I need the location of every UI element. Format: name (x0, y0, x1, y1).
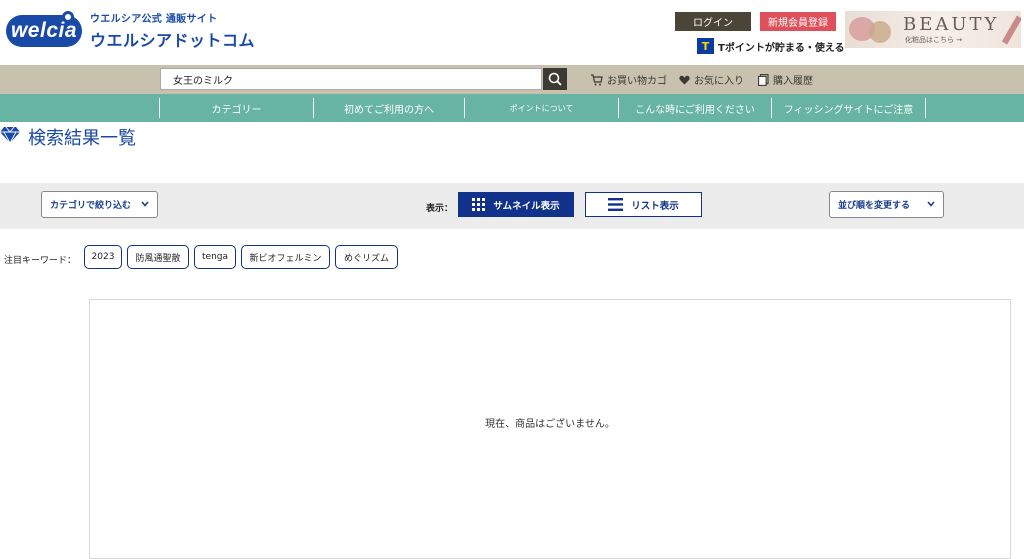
nav-item-category[interactable]: カテゴリー (159, 98, 314, 118)
register-button[interactable]: 新規会員登録 (760, 12, 836, 31)
heart-icon (679, 75, 690, 85)
nav-item-points[interactable]: ポイントについて (465, 98, 619, 118)
logo-badge: welcia (6, 10, 82, 47)
category-filter-label: カテゴリで絞り込む (50, 201, 132, 211)
results-toolbar: カテゴリで絞り込む 表示： サムネイル表示 リスト表示 並び順を変更する (0, 183, 1024, 229)
site-header: welcia ウエルシア公式 通販サイト ウエルシアドットコム ログイン 新規会… (0, 0, 1024, 65)
page-title-text: 検索結果一覧 (28, 128, 136, 149)
main-nav: カテゴリー 初めてご利用の方へ ポイントについて こんな時にご利用ください フィ… (0, 94, 1024, 122)
thumbnail-view-button[interactable]: サムネイル表示 (458, 192, 574, 217)
empty-results-message: 現在、商品はございません。 (485, 419, 615, 430)
list-view-label: リスト表示 (631, 200, 679, 212)
keyword-chip[interactable]: tenga (194, 245, 236, 269)
cart-icon (590, 73, 603, 86)
view-mode-label: 表示： (426, 204, 454, 214)
cart-link[interactable]: お買い物カゴ (590, 72, 667, 87)
logo-title: ウエルシアドットコム (90, 31, 256, 50)
favorites-link[interactable]: お気に入り (679, 72, 744, 87)
list-view-button[interactable]: リスト表示 (585, 192, 702, 217)
search-button[interactable] (543, 68, 567, 90)
history-link[interactable]: 購入履歴 (758, 72, 813, 87)
sort-select[interactable]: 並び順を変更する (829, 191, 944, 218)
chevron-down-icon (141, 200, 149, 210)
beauty-banner[interactable]: BEAUTY 化粧品はこちら → (845, 11, 1021, 48)
search-icon (548, 72, 562, 86)
thumbnail-view-label: サムネイル表示 (493, 200, 560, 212)
beauty-decoration (869, 21, 891, 43)
nav-item-usage[interactable]: こんな時にご利用ください (619, 98, 772, 118)
tpoint-banner[interactable]: T Tポイントが貯まる・使える (697, 38, 845, 54)
tpoint-text: Tポイントが貯まる・使える (718, 42, 845, 54)
favorites-label: お気に入り (694, 76, 744, 87)
beauty-subtitle: 化粧品はこちら → (905, 36, 963, 44)
page-title: 検索結果一覧 (0, 124, 136, 150)
diamond-icon (0, 126, 20, 149)
nav-item-first-time[interactable]: 初めてご利用の方へ (314, 98, 465, 118)
category-filter-select[interactable]: カテゴリで絞り込む (41, 191, 158, 218)
keyword-chip[interactable]: 2023 (84, 245, 122, 269)
grid-icon (472, 198, 486, 211)
featured-keywords-label: 注目キーワード： (4, 256, 77, 266)
search-bar: 女王のミルク お買い物カゴ お気に入り 購入履歴 (0, 65, 1024, 94)
logo-text: ウエルシア公式 通販サイト ウエルシアドットコム (90, 10, 255, 51)
login-button[interactable]: ログイン (675, 12, 751, 31)
keyword-chip[interactable]: めぐリズム (335, 245, 398, 269)
keyword-chip[interactable]: 新ビオフェルミン (241, 245, 330, 269)
search-input[interactable]: 女王のミルク (160, 68, 542, 90)
cart-label: お買い物カゴ (607, 76, 667, 87)
beauty-decoration (1001, 15, 1021, 45)
logo-dot (62, 10, 74, 23)
sort-select-label: 並び順を変更する (838, 201, 911, 211)
site-logo[interactable]: welcia ウエルシア公式 通販サイト ウエルシアドットコム (6, 10, 255, 51)
keyword-chip[interactable]: 防風通聖散 (127, 245, 189, 269)
list-icon (608, 198, 624, 211)
tpoint-icon: T (697, 38, 714, 54)
results-panel: 現在、商品はございません。 (89, 299, 1011, 559)
nav-item-phishing[interactable]: フィッシングサイトにご注意 (772, 98, 926, 118)
beauty-title: BEAUTY (903, 14, 1000, 35)
chevron-down-icon (927, 200, 935, 210)
history-label: 購入履歴 (773, 76, 813, 87)
document-icon (758, 73, 769, 86)
logo-subtitle: ウエルシア公式 通販サイト (90, 14, 218, 25)
